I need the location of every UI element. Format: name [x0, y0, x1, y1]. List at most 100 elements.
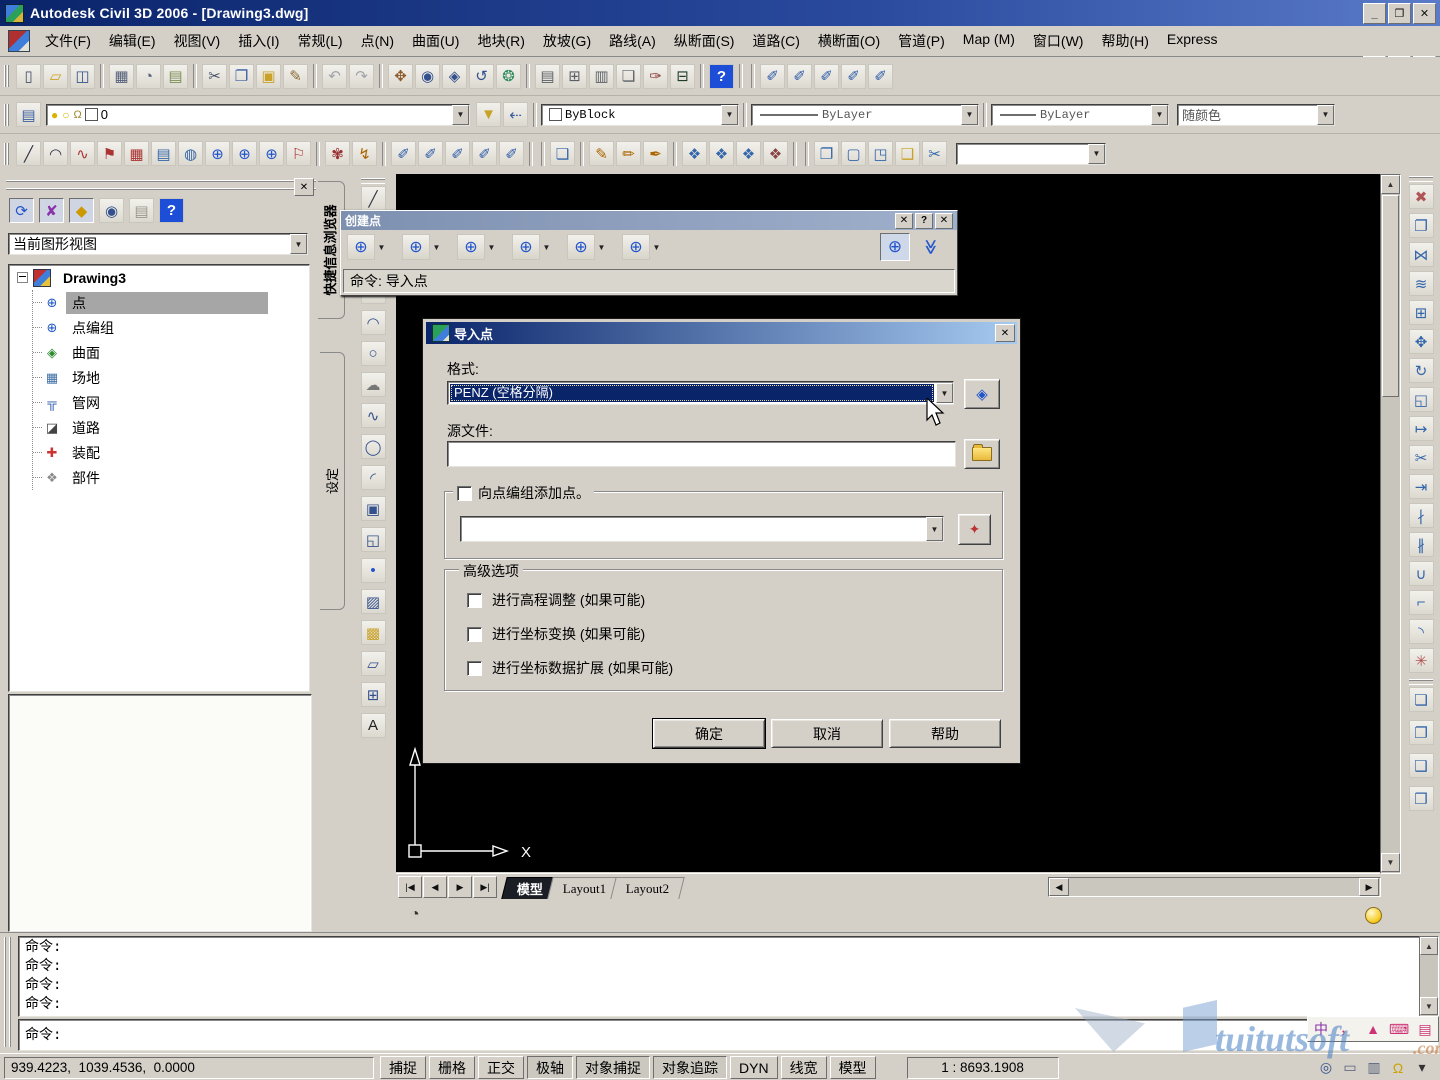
toggle-正交[interactable]: 正交	[478, 1056, 524, 1079]
copy-object-icon[interactable]: ❐	[1409, 213, 1434, 238]
erase-icon[interactable]: ✖	[1409, 184, 1434, 209]
toolbar-grip[interactable]	[1409, 679, 1433, 685]
circle-icon[interactable]: ○	[361, 341, 386, 366]
toolbar-window-icon[interactable]: ▥	[1364, 1059, 1384, 1077]
line-icon[interactable]: ╱	[361, 186, 386, 211]
new-point-group-button[interactable]: ✦	[958, 514, 991, 545]
tree-item-点[interactable]: ⊕点	[33, 290, 309, 315]
toolbar-grip[interactable]	[1409, 176, 1433, 182]
menu-插入i[interactable]: 插入(I)	[229, 27, 288, 55]
compass-icon[interactable]: ◔	[410, 906, 420, 924]
pin-button[interactable]: ✕	[895, 213, 913, 229]
point-group-combo-arrow[interactable]: ▼	[926, 517, 943, 541]
first-tab-button[interactable]: |◀	[398, 876, 422, 898]
edit-drawing-3-icon[interactable]: ✒	[643, 141, 668, 166]
help-button[interactable]: 帮助	[889, 719, 1001, 748]
shield-tool-3-icon[interactable]: ❖	[736, 141, 761, 166]
prev-tab-button[interactable]: ◀	[423, 876, 447, 898]
dialog-titlebar[interactable]: 导入点 ✕	[426, 322, 1017, 344]
menu-曲面u[interactable]: 曲面(U)	[403, 27, 468, 55]
survey-tool-2-icon[interactable]: ✐	[418, 141, 443, 166]
dialog-close-button[interactable]: ✕	[995, 324, 1015, 342]
menu-点n[interactable]: 点(N)	[352, 27, 403, 55]
last-tab-button[interactable]: ▶|	[473, 876, 497, 898]
scroll-up-button[interactable]: ▲	[1381, 175, 1400, 194]
document-icon[interactable]	[8, 30, 30, 52]
hatch-icon[interactable]: ▨	[361, 589, 386, 614]
zoom-realtime-icon[interactable]: ◉	[415, 64, 440, 89]
rotate-icon[interactable]: ↻	[1409, 358, 1434, 383]
create-points-titlebar[interactable]: 创建点 ✕ ? ✕	[341, 211, 957, 230]
scroll-down-button[interactable]: ▼	[1381, 853, 1400, 872]
next-tab-button[interactable]: ▶	[448, 876, 472, 898]
ime-punctuation-icon[interactable]: ，	[1337, 1020, 1357, 1038]
globe-table-icon[interactable]: ◍	[178, 141, 203, 166]
communication-center-icon[interactable]: ◎	[1316, 1059, 1336, 1077]
spline-icon[interactable]: ∿	[361, 403, 386, 428]
toggle-线宽[interactable]: 线宽	[781, 1056, 827, 1079]
tree-expander[interactable]	[17, 272, 28, 283]
paste-to-drawing-icon[interactable]: ❏	[550, 141, 575, 166]
point-icon[interactable]: •	[361, 558, 386, 583]
menu-express[interactable]: Express	[1158, 27, 1227, 55]
join-icon[interactable]: ∪	[1409, 561, 1434, 586]
interpolation-points-dropdown-arrow[interactable]: ▼	[540, 235, 553, 259]
drawing-vscrollbar[interactable]: ▲ ▼	[1380, 174, 1401, 874]
cmd-scroll-down[interactable]: ▼	[1420, 997, 1438, 1015]
toolbar-grip[interactable]	[4, 143, 10, 165]
app-icon[interactable]	[5, 4, 24, 23]
menu-放坡g[interactable]: 放坡(G)	[534, 27, 600, 55]
tree-item-装配[interactable]: ✚装配	[33, 440, 309, 465]
plot-preview-icon[interactable]: ◔	[136, 64, 161, 89]
color-combo[interactable]: ByBlock ▼	[541, 104, 739, 126]
toggle-栅格[interactable]: 栅格	[429, 1056, 475, 1079]
ime-keyboard-icon[interactable]: ⌨	[1389, 1020, 1409, 1038]
chamfer-icon[interactable]: ⌐	[1409, 590, 1434, 615]
flag-style-icon[interactable]: ⚐	[286, 141, 311, 166]
elevation-adjust-checkbox[interactable]	[467, 593, 482, 608]
scale-readout[interactable]: 1 : 8693.1908	[907, 1057, 1059, 1079]
zoom-window-icon[interactable]: ◈	[442, 64, 467, 89]
publish-icon[interactable]: ▤	[163, 64, 188, 89]
layer-combo-arrow[interactable]: ▼	[452, 105, 469, 125]
transfer-points-dropdown-arrow[interactable]: ▼	[650, 235, 663, 259]
format-combo[interactable]: PENZ (空格分隔) ▼	[447, 381, 954, 405]
markup-set-manager-icon[interactable]: ✑	[643, 64, 668, 89]
style-brush-icon[interactable]: ✾	[325, 141, 350, 166]
save-icon[interactable]: ◫	[70, 64, 95, 89]
survey-tool-5-icon[interactable]: ✐	[499, 141, 524, 166]
toggle-模型[interactable]: 模型	[830, 1056, 876, 1079]
menu-地块r[interactable]: 地块(R)	[468, 27, 533, 55]
quickcalc-icon[interactable]: ⊟	[670, 64, 695, 89]
settings-toggle-icon[interactable]: ✘	[39, 198, 64, 223]
survey-tool-1-icon[interactable]: ✐	[391, 141, 416, 166]
interpolation-points-button[interactable]: ⊕	[512, 234, 540, 260]
shield-tool-1-icon[interactable]: ❖	[682, 141, 707, 166]
slope-points-dropdown-arrow[interactable]: ▼	[595, 235, 608, 259]
shield-tool-2-icon[interactable]: ❖	[709, 141, 734, 166]
manage-formats-button[interactable]: ◈	[964, 379, 1000, 409]
toolbar-grip[interactable]	[361, 178, 385, 184]
coordinate-transform-checkbox[interactable]	[467, 627, 482, 642]
hscroll-right-button[interactable]: ▶	[1359, 878, 1379, 896]
plot-style-combo[interactable]: 随颜色 ▼	[1177, 104, 1335, 126]
sheet-set-manager-icon[interactable]: ❏	[616, 64, 641, 89]
copy-icon[interactable]: ❐	[229, 64, 254, 89]
toolspace-help-icon[interactable]: ?	[159, 198, 184, 223]
tab-layout2[interactable]: Layout2	[611, 877, 686, 899]
tree-item-曲面[interactable]: ◈曲面	[33, 340, 309, 365]
ime-menu-icon[interactable]: ▤	[1415, 1020, 1435, 1038]
view-tool-2-icon[interactable]: ▢	[841, 141, 866, 166]
inquiry-tool-2-icon[interactable]: ✐	[787, 64, 812, 89]
paste-icon[interactable]: ▣	[256, 64, 281, 89]
save-drawing-icon[interactable]: ▤	[129, 198, 154, 223]
event-viewer-icon[interactable]: ◆	[69, 198, 94, 223]
hscroll-left-button[interactable]: ◀	[1049, 878, 1069, 896]
lineweight-combo-arrow[interactable]: ▼	[1151, 105, 1168, 125]
menu-map m[interactable]: Map (M)	[954, 27, 1024, 55]
pan-icon[interactable]: ✥	[388, 64, 413, 89]
offset-icon[interactable]: ≋	[1409, 271, 1434, 296]
toggle-dyn[interactable]: DYN	[730, 1056, 778, 1079]
coordinate-readout[interactable]: 939.4223, 1039.4536, 0.0000	[4, 1057, 374, 1079]
redo-icon[interactable]: ↷	[349, 64, 374, 89]
